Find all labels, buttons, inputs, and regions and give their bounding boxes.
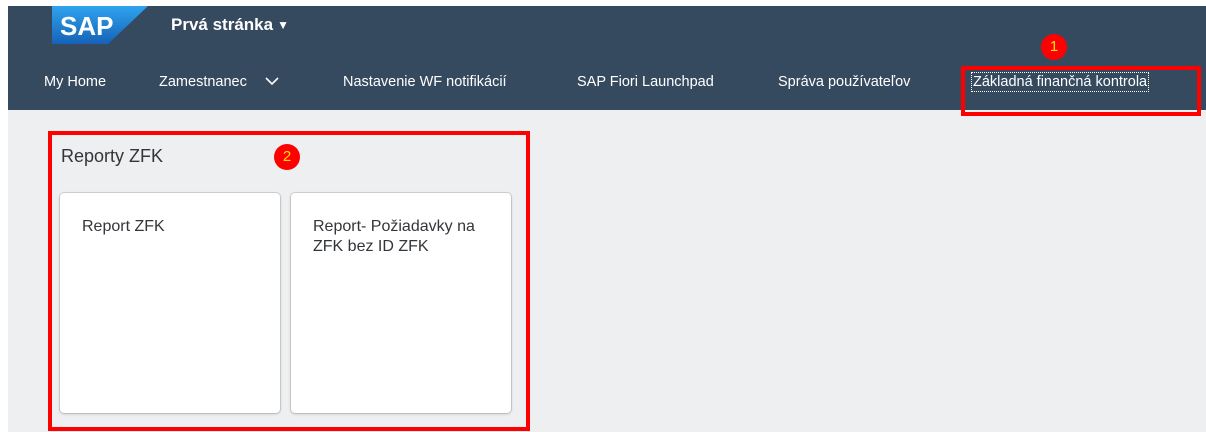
nav-item-label: Zamestnanec — [159, 74, 247, 90]
nav-item-label: My Home — [44, 74, 107, 90]
nav-item-label: Nastavenie WF notifikácií — [343, 74, 507, 90]
annotation-highlight-box — [48, 131, 530, 431]
page-title-menu-button[interactable]: Prvá stránka ▼ — [171, 15, 289, 35]
nav-item-label: Správa používateľov — [778, 74, 911, 90]
sap-logo[interactable]: SAP — [52, 6, 148, 44]
nav-item-fiori-launchpad[interactable]: SAP Fiori Launchpad — [577, 74, 714, 90]
nav-item-my-home[interactable]: My Home — [44, 74, 106, 90]
annotation-marker-1: 1 — [1041, 34, 1067, 60]
nav-item-label: SAP Fiori Launchpad — [577, 74, 714, 90]
nav-item-zamestnanec[interactable]: Zamestnanec — [159, 74, 279, 90]
caret-down-icon: ▼ — [277, 18, 289, 32]
chevron-down-icon[interactable] — [265, 74, 279, 90]
nav-item-user-management[interactable]: Správa používateľov — [778, 74, 910, 90]
nav-item-wf-notifications[interactable]: Nastavenie WF notifikácií — [343, 74, 507, 90]
annotation-marker-2: 2 — [274, 144, 300, 170]
logo-text: SAP — [60, 11, 113, 41]
page-title: Prvá stránka — [171, 15, 274, 34]
annotation-highlight-box — [961, 66, 1201, 116]
